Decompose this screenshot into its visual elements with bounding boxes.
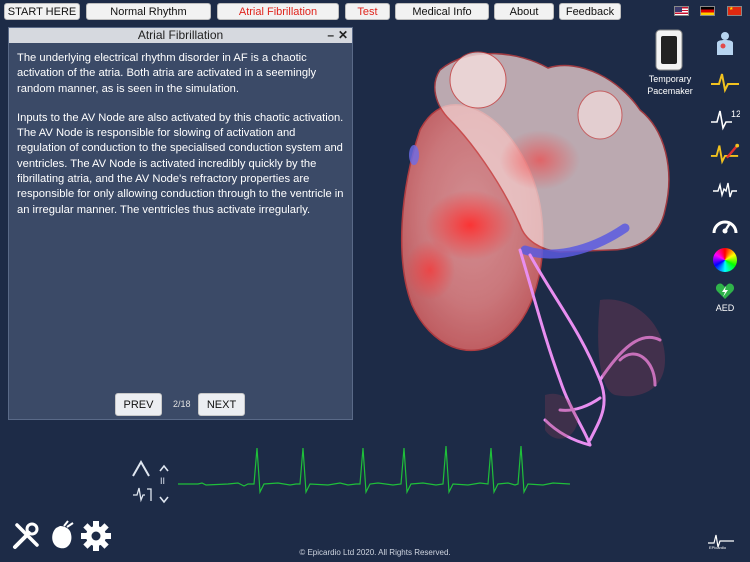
ventricle-tip-shadow [545, 393, 578, 439]
us-flag-icon[interactable] [674, 6, 689, 16]
feedback-button[interactable]: Feedback [559, 3, 621, 20]
pacemaker-label: Temporary [648, 74, 692, 84]
prev-button[interactable]: PREV [115, 393, 162, 416]
top-nav: START HERE Normal Rhythm Atrial Fibrilla… [0, 0, 750, 22]
pacemaker-label: Pacemaker [647, 86, 693, 96]
test-button[interactable]: Test [345, 3, 390, 20]
ventricle-apex-shadow [598, 299, 665, 397]
atrial-appendage-shape [449, 51, 507, 109]
start-here-button[interactable]: START HERE [4, 3, 80, 20]
next-button[interactable]: NEXT [198, 393, 245, 416]
ecg-fibrillation-icon[interactable] [710, 140, 740, 168]
info-panel: Atrial Fibrillation – ✕ The underlying e… [8, 27, 353, 420]
speedometer-icon[interactable] [710, 212, 740, 240]
page-indicator: 2/18 [173, 399, 191, 409]
activation-hotspot [500, 130, 580, 190]
medical-info-button[interactable]: Medical Info [395, 3, 489, 20]
panel-paragraph: The underlying electrical rhythm disorde… [17, 52, 317, 95]
minimize-icon[interactable]: – [327, 28, 334, 42]
lead-label: II [160, 476, 166, 486]
pacemaker-icon[interactable] [654, 28, 684, 72]
color-wheel-icon[interactable] [710, 246, 740, 274]
ecg-lead-icon[interactable] [710, 68, 740, 96]
close-icon[interactable]: ✕ [338, 28, 348, 42]
pulmonary-vein-shape [577, 90, 623, 140]
panel-title-bar[interactable]: Atrial Fibrillation – ✕ [9, 28, 352, 43]
rhythm-icon[interactable] [710, 176, 740, 204]
wave-shape-icon[interactable] [130, 458, 152, 485]
aed-label: AED [715, 303, 735, 313]
about-button[interactable]: About [494, 3, 554, 20]
logo-text: EPicardio [709, 545, 727, 550]
atrial-fibrillation-button[interactable]: Atrial Fibrillation [217, 3, 339, 20]
panel-title: Atrial Fibrillation [137, 28, 224, 42]
ecg-12-lead-icon[interactable]: 12 [710, 105, 740, 133]
german-flag-icon[interactable] [700, 6, 715, 16]
panel-paragraph: Inputs to the AV Node are also activated… [17, 111, 344, 216]
epicardio-logo[interactable]: EPicardio [706, 531, 736, 551]
chevron-down-icon[interactable] [158, 492, 170, 510]
ecg-trace [178, 445, 570, 495]
aed-heart-icon[interactable] [710, 277, 740, 305]
normal-rhythm-button[interactable]: Normal Rhythm [86, 3, 211, 20]
copyright-text: © Epicardio Ltd 2020. All Rights Reserve… [299, 548, 451, 557]
activation-hotspot [405, 240, 455, 300]
chinese-flag-icon[interactable]: ★ [727, 6, 742, 16]
ecg-12-label: 12 [731, 109, 740, 119]
sinus-node-marker [409, 145, 419, 165]
body-icon[interactable] [710, 30, 740, 58]
panel-body: The underlying electrical rhythm disorde… [9, 43, 352, 218]
heart-simulation[interactable] [395, 38, 695, 458]
lead-placement-icon[interactable] [131, 485, 155, 508]
